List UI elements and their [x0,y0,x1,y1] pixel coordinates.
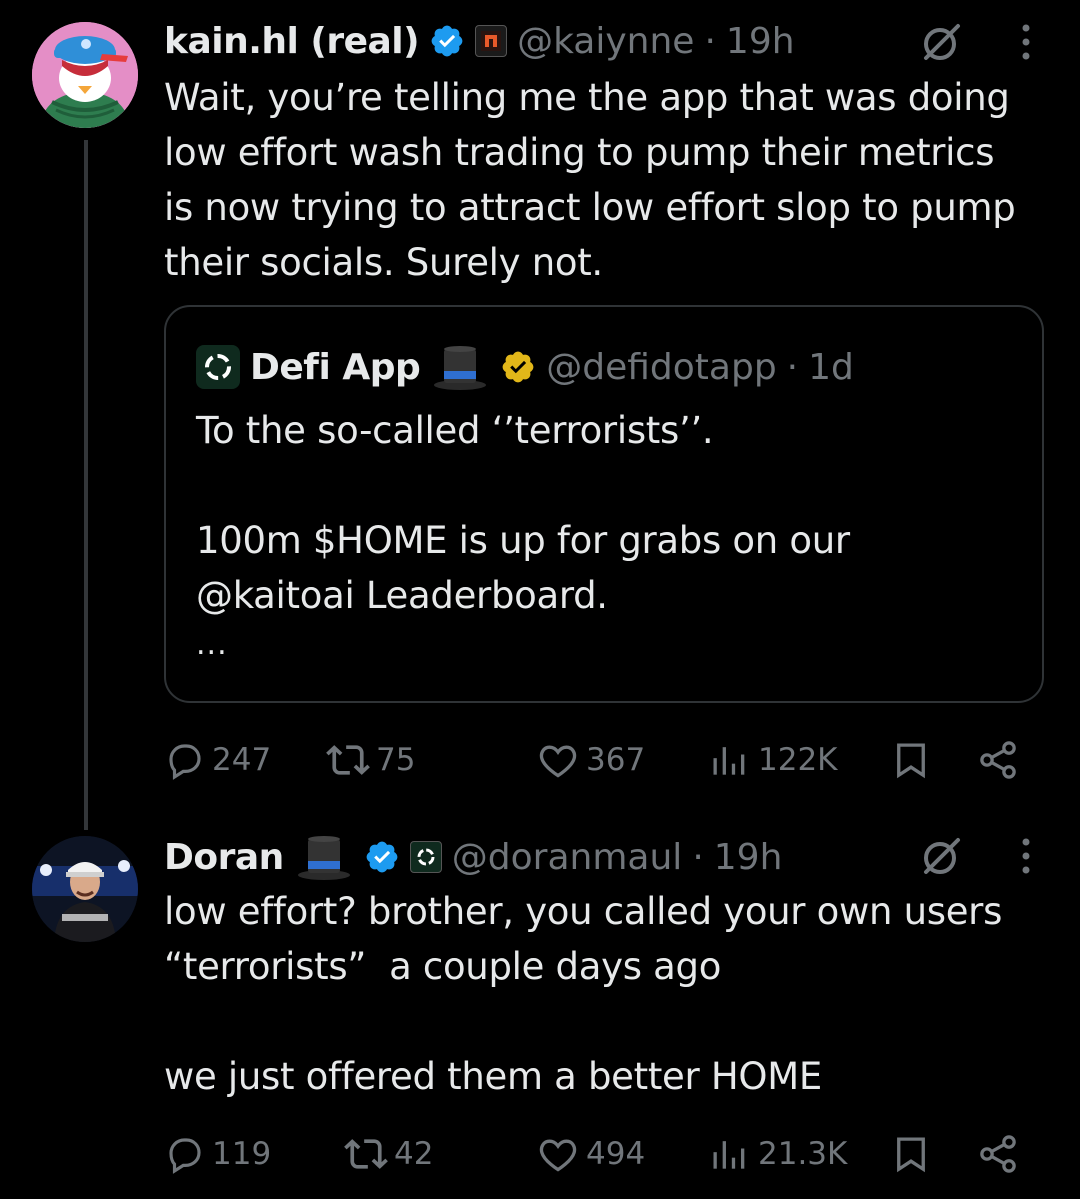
tweet-header: kain.hl (real) @kaiynne · 19h [164,16,795,66]
share-button[interactable] [976,732,1020,788]
tweet-time[interactable]: 19h [714,837,783,878]
avatar[interactable] [32,836,138,942]
top-hat-icon [434,346,487,390]
quoted-tweet[interactable]: Defi App @defidotapp · 1d To the so-call… [164,305,1044,703]
more-icon[interactable] [1018,836,1034,876]
reply-count: 247 [212,742,272,778]
share-icon [980,741,1016,779]
quote-time[interactable]: 1d [808,347,854,388]
reply-icon [169,744,201,780]
share-button[interactable] [976,1126,1020,1182]
quote-truncation: ... [196,627,228,662]
reply-button[interactable]: 119 [164,1126,271,1182]
repost-button[interactable]: 75 [326,732,415,788]
penguin-avatar-icon [32,22,138,128]
views-count: 21.3K [758,1136,848,1172]
repost-icon [326,745,370,775]
tweet-actions: 119 42 494 21.3K [164,1126,1034,1182]
like-icon [539,1139,577,1172]
affiliate-badge[interactable] [475,25,508,57]
quote-author-name[interactable]: Defi App [250,347,421,388]
quote-avatar[interactable] [196,345,240,389]
reply-icon [169,1138,201,1174]
like-button[interactable]: 494 [536,1126,645,1182]
avatar[interactable] [32,22,138,128]
defi-app-logo-icon [205,354,231,380]
author-name[interactable]: kain.hl (real) [164,21,420,62]
author-handle[interactable]: @doranmaul [452,837,683,878]
like-icon [539,745,577,778]
tweet-time[interactable]: 19h [726,21,795,62]
views-icon [713,747,745,775]
views-count: 122K [758,742,838,778]
grok-icon[interactable] [918,832,966,880]
repost-button[interactable]: 42 [344,1126,433,1182]
verified-gold-icon [502,351,534,383]
bookmark-button[interactable] [890,1126,932,1182]
thread-connector-line [84,140,88,830]
tweet-actions: 247 75 367 122K [164,732,1034,788]
bookmark-button[interactable] [890,732,932,788]
author-handle[interactable]: @kaiynne [517,21,694,62]
meta-separator: · [786,346,799,388]
profile-photo-icon [32,836,138,942]
author-name[interactable]: Doran [164,837,284,878]
views-button[interactable]: 21.3K [708,1126,847,1182]
quote-header: Defi App @defidotapp · 1d [196,341,854,393]
like-count: 367 [586,742,646,778]
tweet-text: Wait, you’re telling me the app that was… [164,76,1016,284]
views-button[interactable]: 122K [708,732,838,788]
reply-button[interactable]: 247 [164,732,271,788]
meta-separator: · [692,836,704,878]
views-icon [713,1141,745,1169]
like-count: 494 [586,1136,646,1172]
repost-icon [344,1139,388,1169]
bookmark-icon [897,743,925,779]
affiliate-logo-icon [481,31,502,51]
more-icon[interactable] [1018,22,1034,62]
affiliate-badge[interactable] [409,841,442,873]
defi-app-logo-icon [417,848,435,866]
repost-count: 75 [376,742,416,778]
share-icon [980,1135,1016,1173]
quote-author-handle[interactable]: @defidotapp [546,347,776,388]
repost-count: 42 [394,1136,434,1172]
top-hat-icon [297,836,350,880]
quote-text: To the so-called ‘’terrorists’’. 100m $H… [196,409,850,617]
tweet-header: Doran @doranmaul · 19h [164,832,782,882]
like-button[interactable]: 367 [536,732,645,788]
verified-blue-icon [366,841,398,873]
tweet-text: low effort? brother, you called your own… [164,890,1003,1098]
verified-blue-icon [431,25,463,57]
thread-view: kain.hl (real) @kaiynne · 19h Wait, you’… [0,0,1080,1199]
meta-separator: · [704,20,716,62]
grok-icon[interactable] [918,18,966,66]
reply-count: 119 [212,1136,272,1172]
bookmark-icon [897,1137,925,1173]
